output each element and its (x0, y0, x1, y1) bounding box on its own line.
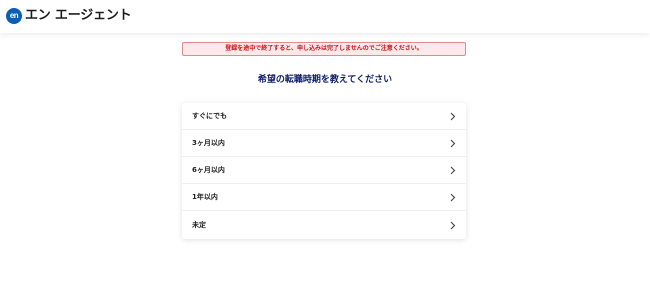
option-within-6-months[interactable]: 6ヶ月以内 (182, 157, 466, 184)
chevron-right-icon (449, 192, 457, 202)
question-title: 希望の転職時期を教えてください (257, 75, 393, 85)
option-label: 未定 (192, 221, 206, 229)
option-undecided[interactable]: 未定 (182, 211, 466, 239)
site-header: en エン エージェント (0, 0, 650, 33)
en-agent-logo[interactable]: en エン エージェント (6, 8, 132, 24)
option-label: すぐにでも (192, 112, 227, 120)
option-label: 3ヶ月以内 (192, 139, 225, 147)
chevron-right-icon (449, 165, 457, 175)
option-within-1-year[interactable]: 1年以内 (182, 184, 466, 211)
en-logo-icon: en (6, 8, 22, 24)
logo-text: エン エージェント (25, 8, 132, 23)
chevron-right-icon (449, 138, 457, 148)
chevron-right-icon (449, 220, 457, 230)
option-immediately[interactable]: すぐにでも (182, 103, 466, 130)
registration-warning-banner: 登録を途中で終了すると、申し込みは完了しませんのでご注意ください。 (182, 42, 466, 56)
option-within-3-months[interactable]: 3ヶ月以内 (182, 130, 466, 157)
transfer-timing-options: すぐにでも 3ヶ月以内 6ヶ月以内 1年以内 未定 (182, 103, 466, 239)
option-label: 1年以内 (192, 193, 218, 201)
option-label: 6ヶ月以内 (192, 166, 225, 174)
chevron-right-icon (449, 111, 457, 121)
